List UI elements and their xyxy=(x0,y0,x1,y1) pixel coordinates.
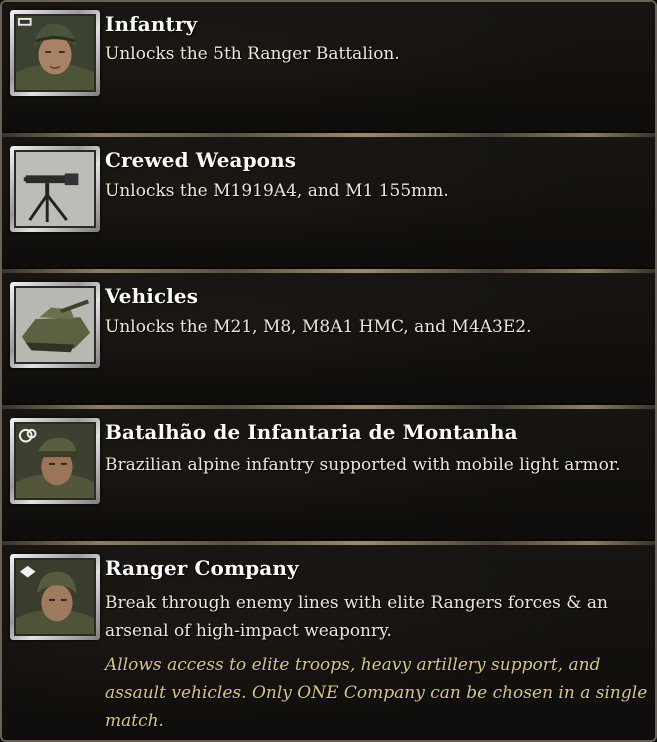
item-note: Allows access to elite troops, heavy art… xyxy=(105,655,648,731)
unlock-list-panel: Infantry Unlocks the 5th Ranger Battalio… xyxy=(0,0,657,742)
item-title: Vehicles xyxy=(105,284,199,308)
item-description: Unlocks the 5th Ranger Battalion. xyxy=(105,44,400,64)
item-description: Break through enemy lines with elite Ran… xyxy=(105,593,608,641)
item-title: Ranger Company xyxy=(105,556,299,580)
alpine-soldier-icon xyxy=(10,418,100,504)
list-item-ranger-company[interactable]: Ranger Company Break through enemy lines… xyxy=(2,545,655,740)
item-title: Crewed Weapons xyxy=(105,148,297,172)
list-item-infantry[interactable]: Infantry Unlocks the 5th Ranger Battalio… xyxy=(2,2,655,133)
machine-gun-icon xyxy=(10,146,100,232)
item-description: Unlocks the M1919A4, and M1 155mm. xyxy=(105,181,449,201)
item-title: Infantry xyxy=(105,12,198,36)
item-description: Unlocks the M21, M8, M8A1 HMC, and M4A3E… xyxy=(105,317,532,337)
list-item-batalhao[interactable]: Batalhão de Infantaria de Montanha Brazi… xyxy=(2,409,655,541)
item-title: Batalhão de Infantaria de Montanha xyxy=(105,420,518,444)
item-description: Brazilian alpine infantry supported with… xyxy=(105,455,621,475)
infantry-soldier-icon xyxy=(10,10,100,96)
list-item-crewed-weapons[interactable]: Crewed Weapons Unlocks the M1919A4, and … xyxy=(2,137,655,269)
ranger-soldier-icon xyxy=(10,554,100,640)
tank-icon xyxy=(10,282,100,368)
list-item-vehicles[interactable]: Vehicles Unlocks the M21, M8, M8A1 HMC, … xyxy=(2,273,655,405)
